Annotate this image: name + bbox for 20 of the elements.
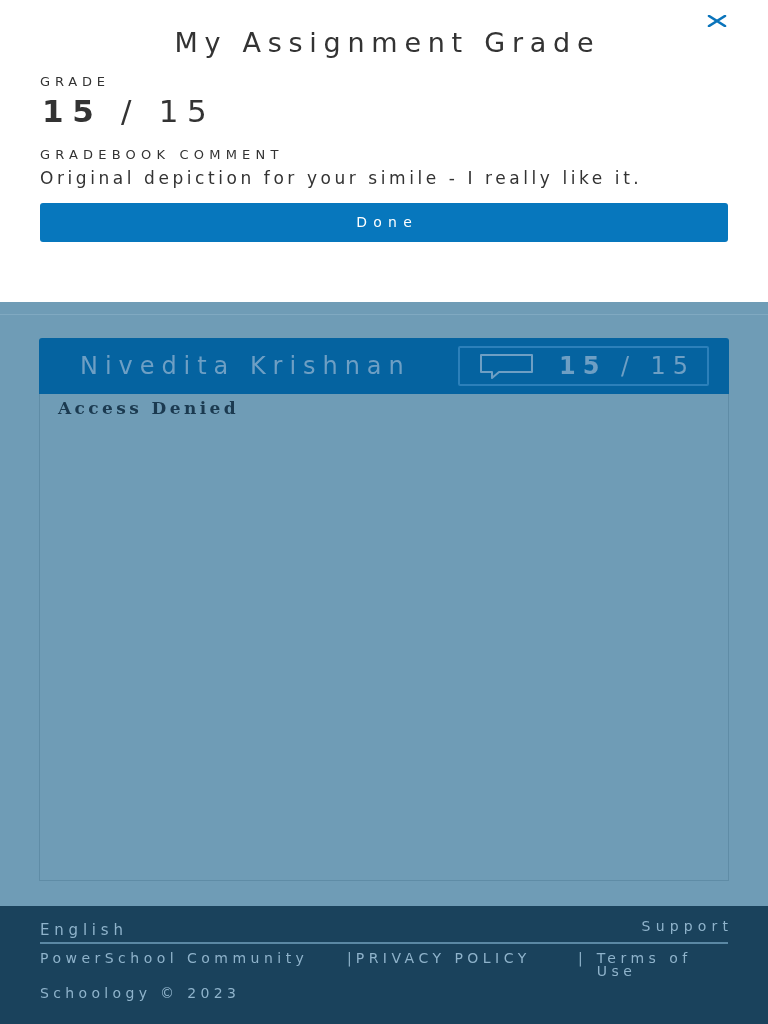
grade-value: 15 / 15 bbox=[42, 94, 216, 128]
footer-link[interactable]: Terms of Use bbox=[596, 952, 722, 978]
student-name: Nivedita Krishnan bbox=[80, 352, 412, 380]
footer-link[interactable]: PRIVACY POLICY bbox=[355, 952, 531, 965]
card-grade: 15 / 15 bbox=[559, 352, 695, 380]
speech-bubble-icon bbox=[479, 352, 534, 380]
language-link[interactable]: English bbox=[40, 921, 128, 939]
access-denied-message: Access Denied bbox=[58, 398, 240, 418]
modal-title: My Assignment Grade bbox=[174, 28, 601, 58]
link-separator: | bbox=[347, 952, 352, 965]
done-button[interactable]: Done bbox=[40, 203, 728, 242]
copyright-text: Schoology © 2023 bbox=[40, 985, 241, 1001]
close-button[interactable] bbox=[707, 15, 727, 27]
link-separator: | bbox=[578, 952, 583, 965]
close-icon bbox=[707, 15, 727, 27]
comment-label: GRADEBOOK COMMENT bbox=[40, 148, 284, 162]
support-link[interactable]: Support bbox=[641, 918, 734, 934]
footer-link[interactable]: PowerSchool Community bbox=[40, 952, 309, 965]
grade-label: GRADE bbox=[40, 75, 110, 89]
gradebook-comment: Original depiction for your simile - I really like it. bbox=[40, 168, 643, 188]
